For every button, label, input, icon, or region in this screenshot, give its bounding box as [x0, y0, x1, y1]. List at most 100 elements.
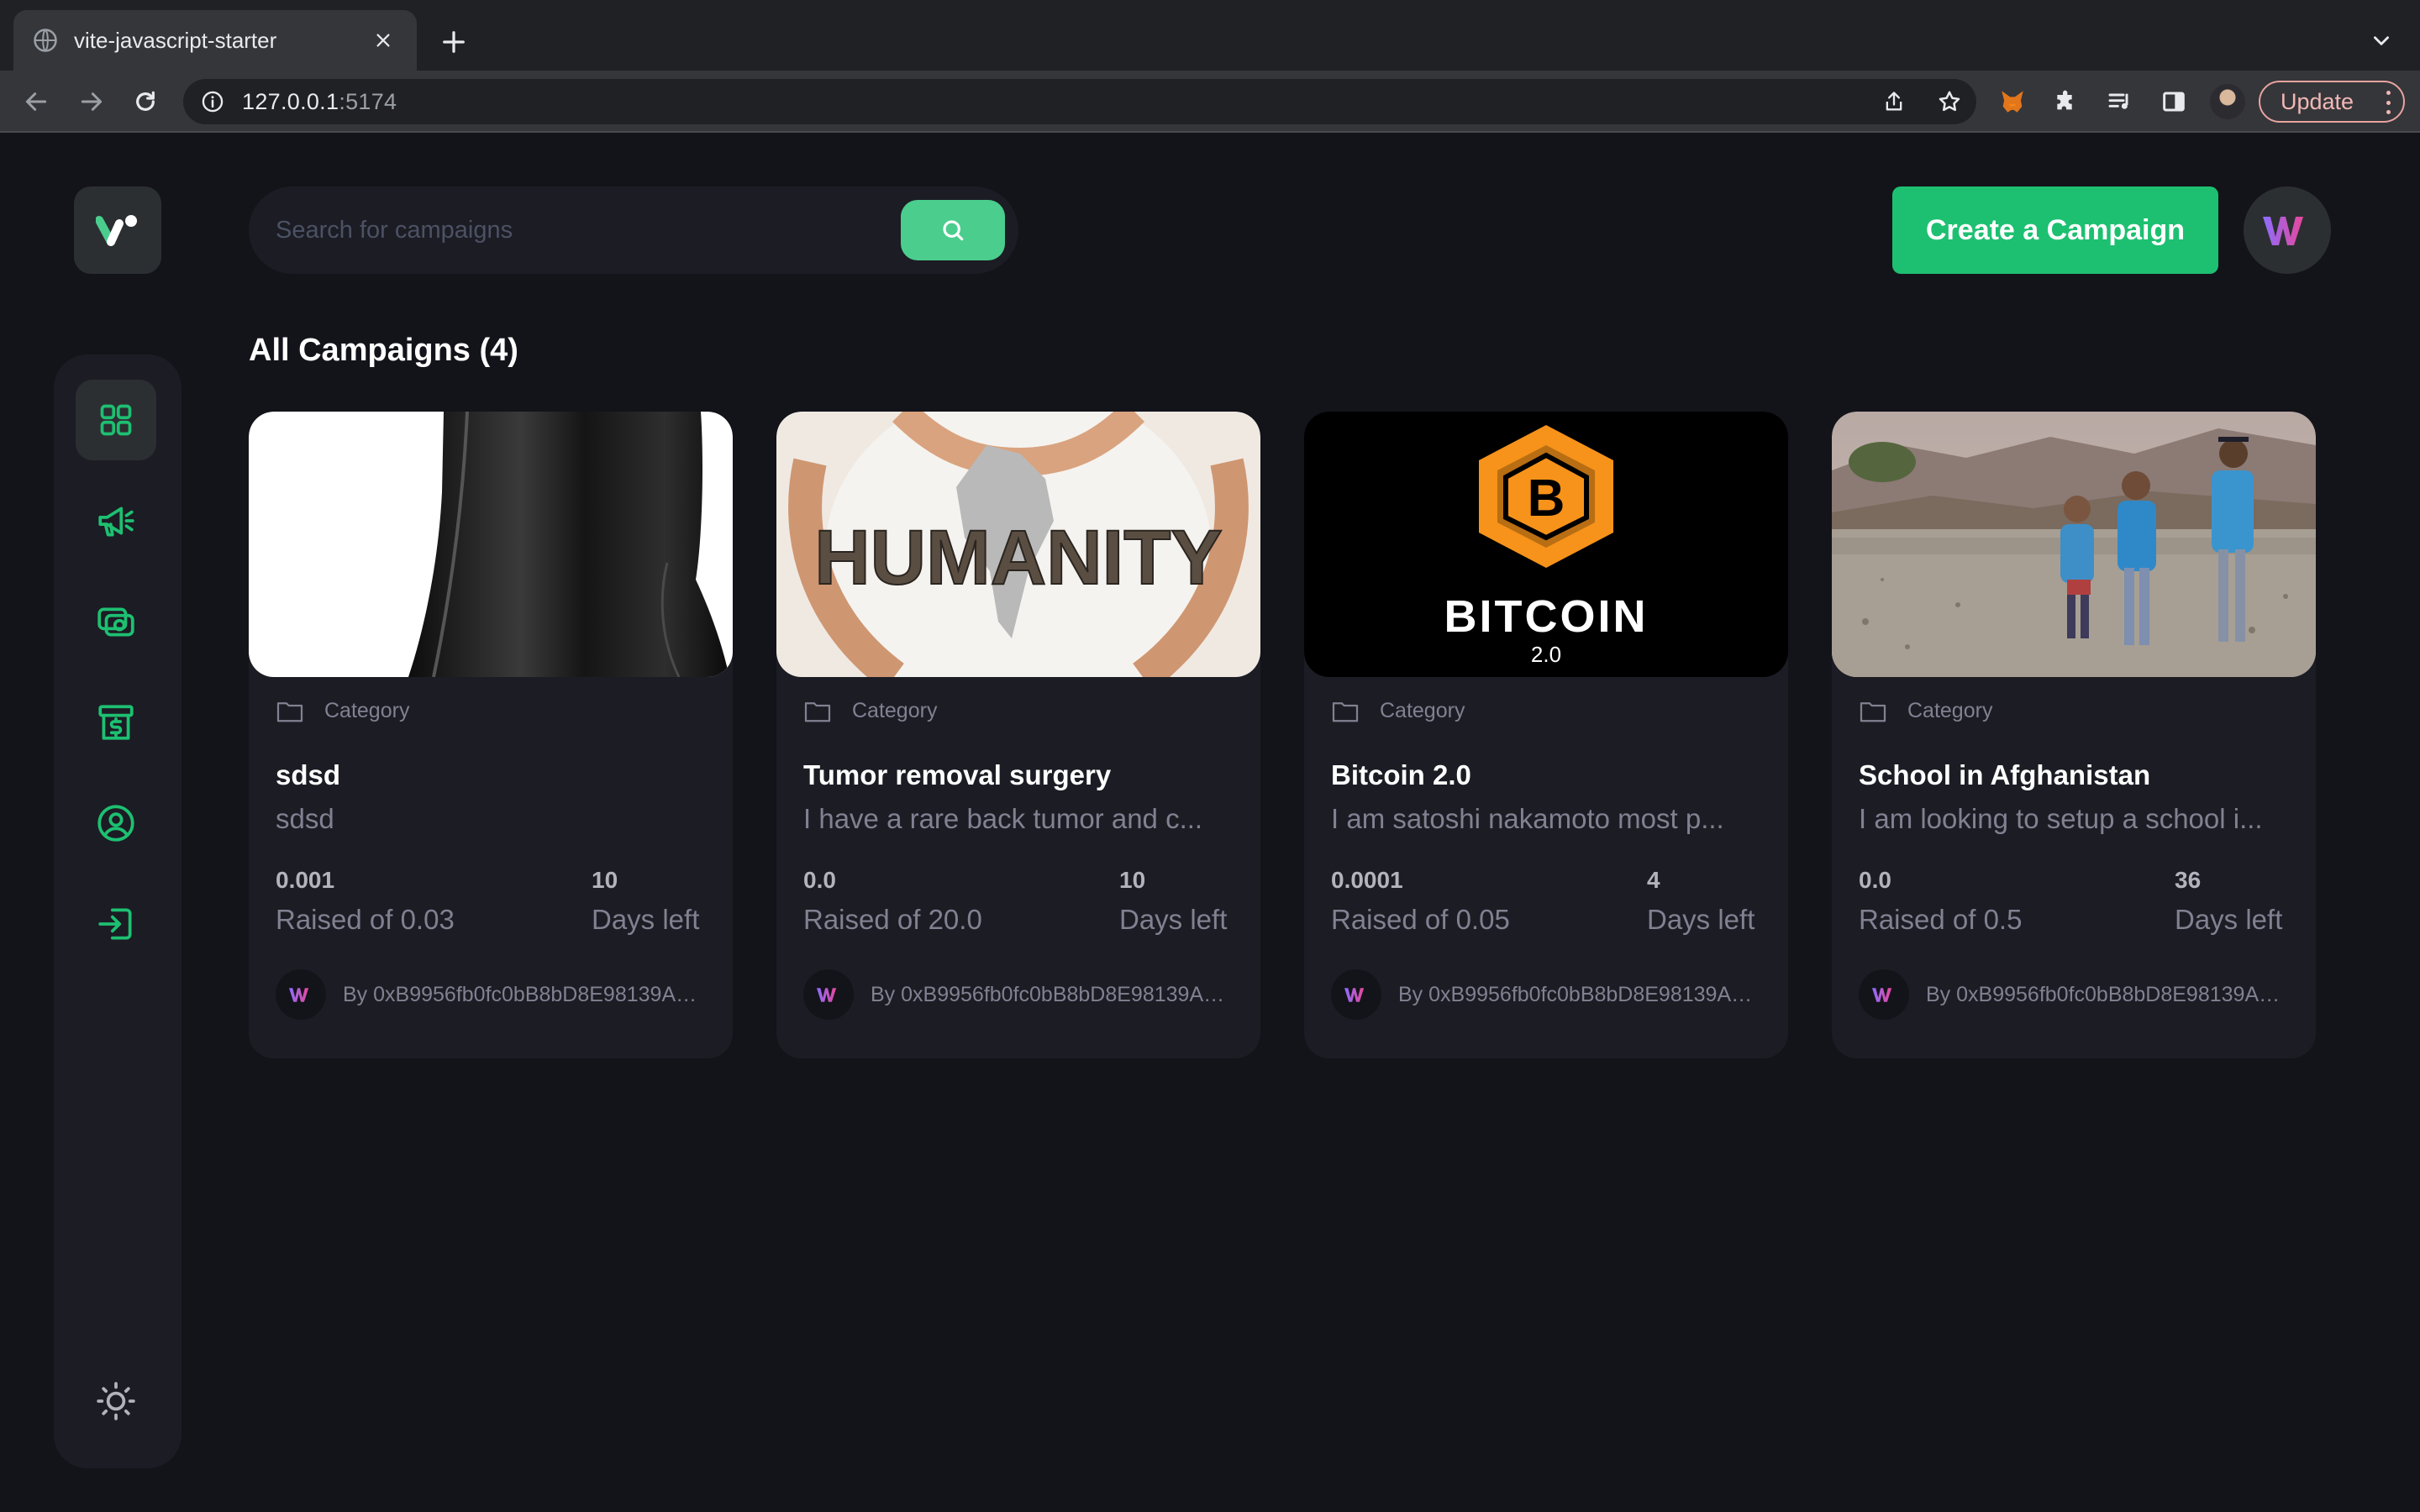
days-count: 36	[2175, 867, 2282, 894]
tab-title: vite-javascript-starter	[74, 28, 368, 54]
address-bar[interactable]: 127.0.0.1:5174	[183, 79, 1976, 124]
owner-avatar	[1331, 969, 1381, 1020]
campaign-card[interactable]: Category sdsd sdsd 0.001Raised of 0.03 1…	[249, 412, 733, 1058]
megaphone-icon	[95, 500, 137, 542]
search-bar	[249, 186, 1018, 274]
brand-w-icon	[1871, 986, 1897, 1003]
campaign-image	[1832, 412, 2316, 677]
metamask-fox-icon[interactable]	[1995, 84, 2030, 119]
logo-icon	[96, 212, 139, 249]
search-button[interactable]	[901, 200, 1005, 260]
campaign-image: HUMANITY	[776, 412, 1260, 677]
days-label: Days left	[1647, 904, 1754, 936]
bitcoin-image: B BITCOIN 2.0	[1304, 412, 1788, 677]
payment-icon	[95, 601, 137, 643]
new-tab-icon[interactable]	[434, 22, 474, 62]
sidebar	[54, 354, 182, 1468]
owner-address: By 0xB9956fb0fc0bB8bD8E98139AC...	[871, 983, 1234, 1007]
update-button[interactable]: Update	[2259, 81, 2405, 123]
days-count: 10	[1119, 867, 1227, 894]
category-label: Category	[1907, 699, 1992, 723]
withdraw-icon	[95, 701, 137, 743]
campaign-card[interactable]: HUMANITY Category Tumor removal surgery …	[776, 412, 1260, 1058]
brand-w-icon	[2261, 213, 2313, 247]
close-tab-icon[interactable]	[368, 25, 398, 55]
school-children-image	[1832, 412, 2316, 677]
bitcoin-version: 2.0	[1531, 642, 1561, 667]
url-text: 127.0.0.1:5174	[242, 89, 397, 115]
owner-avatar	[803, 969, 854, 1020]
side-panel-icon[interactable]	[2156, 84, 2191, 119]
folder-icon	[803, 700, 832, 723]
days-label: Days left	[2175, 904, 2282, 936]
campaign-list: Category sdsd sdsd 0.001 Raised of 0.03 1…	[249, 412, 2316, 1058]
raised-target: Raised of 20.0	[803, 904, 982, 936]
dashboard-icon	[97, 402, 134, 438]
raised-amount: 0.0	[1859, 867, 2022, 894]
owner-avatar	[276, 969, 326, 1020]
campaign-card[interactable]: Category School in Afghanistan I am look…	[1832, 412, 2316, 1058]
browser-tab-bar: vite-javascript-starter	[0, 0, 2420, 71]
raised-amount: 0.001	[276, 867, 455, 894]
user-avatar[interactable]	[2244, 186, 2331, 274]
brand-w-icon	[288, 986, 313, 1003]
owner-address: By 0xB9956fb0fc0bB8bD8E98139AC...	[343, 983, 706, 1007]
brand-w-icon	[816, 986, 841, 1003]
logout-icon	[95, 903, 137, 945]
raised-amount: 0.0001	[1331, 867, 1510, 894]
folder-icon	[1331, 700, 1360, 723]
bookmark-star-icon[interactable]	[1934, 87, 1965, 117]
update-label: Update	[2281, 89, 2354, 115]
search-icon	[939, 217, 966, 244]
campaign-description: sdsd	[276, 803, 706, 835]
campaign-title: School in Afghanistan	[1859, 759, 2150, 791]
sidebar-item-profile[interactable]	[76, 783, 156, 864]
campaign-description: I am satoshi nakamoto most p...	[1331, 803, 1761, 835]
humanity-text: HUMANITY	[814, 515, 1223, 601]
media-queue-icon[interactable]	[2102, 84, 2138, 119]
sun-icon	[95, 1380, 137, 1422]
days-label: Days left	[1119, 904, 1227, 936]
url-port: :5174	[339, 89, 397, 114]
days-count: 4	[1647, 867, 1754, 894]
campaign-description: I am looking to setup a school i...	[1859, 803, 2289, 835]
raised-target: Raised of 0.5	[1859, 904, 2022, 936]
svg-text:B: B	[1528, 470, 1565, 528]
extensions-puzzle-icon[interactable]	[2049, 84, 2084, 119]
url-host: 127.0.0.1	[242, 89, 339, 114]
campaign-title: sdsd	[276, 759, 340, 791]
reload-icon[interactable]	[128, 84, 163, 119]
forward-icon[interactable]	[74, 84, 109, 119]
bitcoin-text: BITCOIN	[1444, 591, 1649, 642]
campaign-title: Tumor removal surgery	[803, 759, 1111, 791]
brand-w-icon	[1344, 986, 1369, 1003]
theme-toggle[interactable]	[76, 1361, 156, 1441]
sidebar-item-logout[interactable]	[76, 884, 156, 964]
browser-toolbar: 127.0.0.1:5174 Update	[0, 71, 2420, 133]
sidebar-item-dashboard[interactable]	[76, 380, 156, 460]
profile-avatar[interactable]	[2210, 84, 2245, 119]
raised-amount: 0.0	[803, 867, 982, 894]
site-info-icon[interactable]	[198, 87, 227, 116]
campaign-image: B BITCOIN 2.0	[1304, 412, 1788, 677]
chevron-down-icon[interactable]	[2366, 25, 2396, 55]
app-logo[interactable]	[74, 186, 161, 274]
create-campaign-button[interactable]: Create a Campaign	[1892, 186, 2218, 274]
days-count: 10	[592, 867, 699, 894]
folder-icon	[276, 700, 304, 723]
share-icon[interactable]	[1879, 87, 1909, 117]
profile-icon	[95, 802, 137, 844]
campaign-card[interactable]: B BITCOIN 2.0 Category Bitcoin 2.0 I am …	[1304, 412, 1788, 1058]
sidebar-item-withdraw[interactable]	[76, 682, 156, 763]
sidebar-item-payment[interactable]	[76, 581, 156, 662]
search-input[interactable]	[276, 217, 897, 244]
raised-target: Raised of 0.03	[276, 904, 455, 936]
back-icon[interactable]	[18, 84, 54, 119]
more-options-icon[interactable]	[2385, 91, 2391, 114]
humanity-image: HUMANITY	[776, 412, 1260, 677]
campaign-image	[249, 412, 733, 677]
category-label: Category	[1380, 699, 1465, 723]
browser-tab[interactable]: vite-javascript-starter	[13, 10, 417, 71]
campaign-description: I have a rare back tumor and c...	[803, 803, 1234, 835]
sidebar-item-campaign[interactable]	[76, 480, 156, 561]
